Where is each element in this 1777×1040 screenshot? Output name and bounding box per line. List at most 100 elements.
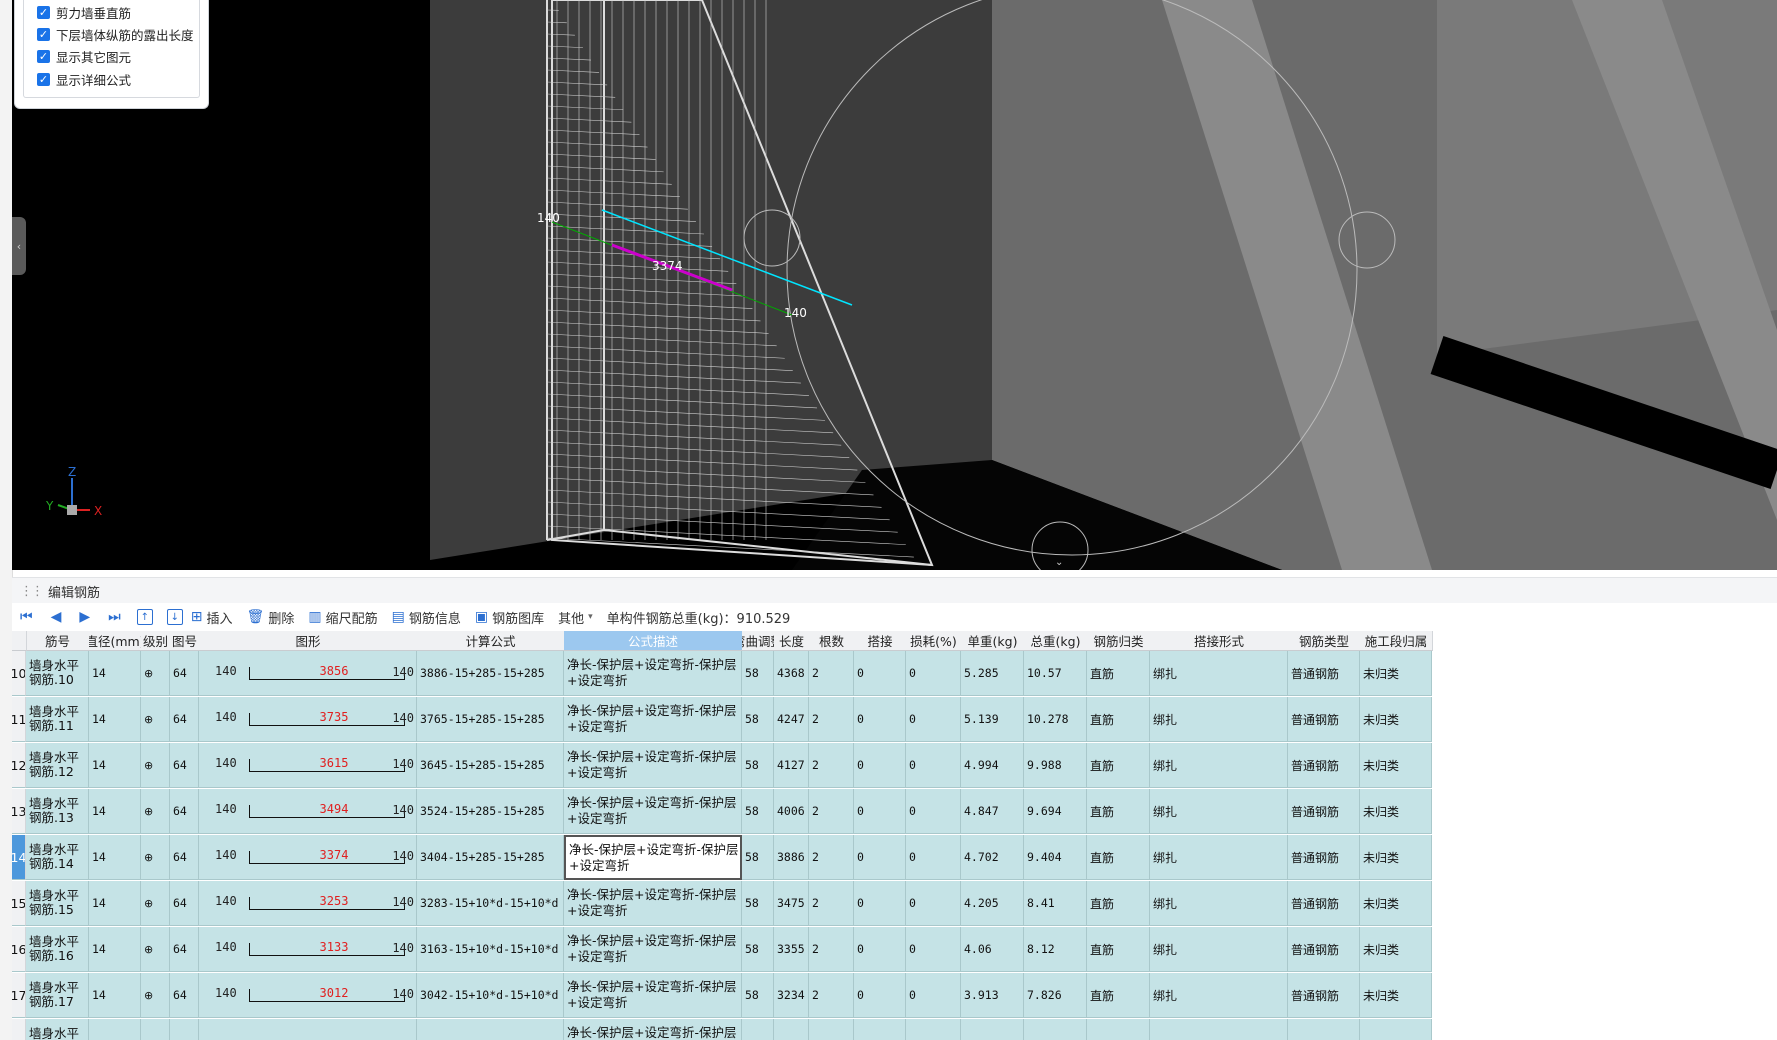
cell-fig[interactable]: 64 <box>170 927 199 972</box>
option-shear-wall-vertical[interactable]: ✓ 剪力墙垂直筋 <box>37 3 131 21</box>
cell-formula[interactable]: 3645-15+285-15+285 <box>417 743 564 788</box>
checkbox-checked-icon[interactable]: ✓ <box>37 27 50 41</box>
cell-desc[interactable]: 净长-保护层+设定弯折-保护层+设定弯折 <box>564 835 742 880</box>
column-header[interactable]: 筋号 <box>26 631 90 651</box>
cell-type[interactable]: 普通钢筋 <box>1288 789 1360 834</box>
cell-unit[interactable]: 4.06 <box>961 927 1024 972</box>
cell-type[interactable]: 普通钢筋 <box>1288 651 1360 696</box>
cell-lapform[interactable]: 绑扎 <box>1150 789 1288 834</box>
cell-lap[interactable]: 0 <box>854 927 906 972</box>
rebar-shape-cell[interactable]: 140 3856 140 <box>199 651 417 696</box>
rebar-info-button[interactable]: ▤ 钢筋信息 <box>392 608 461 627</box>
cell-loss[interactable]: 0 <box>906 881 961 926</box>
row-number[interactable]: 15 <box>12 881 26 926</box>
cell-unit[interactable]: 4.994 <box>961 743 1024 788</box>
cell-unit[interactable]: 4.702 <box>961 835 1024 880</box>
cell-loss[interactable]: 0 <box>906 973 961 1018</box>
cell-stage[interactable]: 未归类 <box>1360 835 1432 880</box>
cell-type[interactable]: 普通钢筋 <box>1288 743 1360 788</box>
column-header[interactable]: 图形 <box>199 631 418 651</box>
cell-formula[interactable]: 3283-15+10*d-15+10*d <box>417 881 564 926</box>
column-header[interactable]: 总重(kg) <box>1024 631 1088 651</box>
cell-bend[interactable]: 58 <box>742 881 774 926</box>
cell-total[interactable] <box>1024 1019 1087 1040</box>
cell-unit[interactable]: 5.139 <box>961 697 1024 742</box>
cell-len[interactable]: 4247 <box>774 697 809 742</box>
cell-stage[interactable]: 未归类 <box>1360 789 1432 834</box>
cell-count[interactable]: 2 <box>809 743 854 788</box>
column-header[interactable]: 钢筋归类 <box>1087 631 1151 651</box>
cell-total[interactable]: 9.694 <box>1024 789 1087 834</box>
cell-cat[interactable]: 直筋 <box>1087 927 1150 972</box>
cell-count[interactable] <box>809 1019 854 1040</box>
move-up-icon[interactable]: ↑ <box>136 609 153 625</box>
cell-cat[interactable]: 直筋 <box>1087 743 1150 788</box>
cell-stage[interactable]: 未归类 <box>1360 697 1432 742</box>
cell-bend[interactable]: 58 <box>742 697 774 742</box>
row-number[interactable]: 10 <box>12 651 26 696</box>
rebar-shape-cell[interactable]: 140 3735 140 <box>199 697 417 742</box>
cell-dia[interactable]: 14 <box>89 789 141 834</box>
cell-stage[interactable] <box>1360 1019 1432 1040</box>
prev-record-icon[interactable]: ◀ <box>51 609 62 625</box>
cell-bend[interactable]: 58 <box>742 973 774 1018</box>
collapse-chevron-icon[interactable]: ⌄ <box>1055 557 1063 568</box>
row-number[interactable]: 12 <box>12 743 26 788</box>
cell-fig[interactable]: 64 <box>170 789 199 834</box>
cell-name[interactable]: 墙身水平钢筋.16 <box>26 927 89 972</box>
cell-desc[interactable]: 净长-保护层+设定弯折-保护层+设定弯折 <box>564 927 742 972</box>
rebar-shape-cell[interactable]: 140 3615 140 <box>199 743 417 788</box>
left-panel-toggle[interactable]: ‹ <box>12 217 26 275</box>
column-header[interactable]: 直径(mm) <box>89 631 142 651</box>
cell-count[interactable]: 2 <box>809 835 854 880</box>
drag-grip-icon[interactable]: ⋮⋮ <box>20 584 44 599</box>
checkbox-checked-icon[interactable]: ✓ <box>37 72 50 86</box>
cell-cat[interactable]: 直筋 <box>1087 973 1150 1018</box>
cell-dia[interactable]: 14 <box>89 973 141 1018</box>
cell-dia[interactable]: 14 <box>89 927 141 972</box>
cell-loss[interactable]: 0 <box>906 743 961 788</box>
column-header[interactable]: 根数 <box>809 631 855 651</box>
cell-total[interactable]: 8.12 <box>1024 927 1087 972</box>
cell-grade[interactable]: ⊕ <box>141 697 170 742</box>
cell-name[interactable]: 墙身水平钢筋.15 <box>26 881 89 926</box>
cell-grade[interactable]: ⊕ <box>141 881 170 926</box>
option-show-detail-formula[interactable]: ✓ 显示详细公式 <box>37 70 131 88</box>
column-header[interactable]: 弯曲调整 <box>742 631 775 651</box>
cell-bend[interactable]: 58 <box>742 743 774 788</box>
cell-fig[interactable]: 64 <box>170 973 199 1018</box>
cell-stage[interactable]: 未归类 <box>1360 927 1432 972</box>
cell-cat[interactable]: 直筋 <box>1087 835 1150 880</box>
cell-cat[interactable]: 直筋 <box>1087 697 1150 742</box>
column-header[interactable]: 钢筋类型 <box>1288 631 1361 651</box>
cell-stage[interactable]: 未归类 <box>1360 743 1432 788</box>
cell-loss[interactable]: 0 <box>906 927 961 972</box>
cell-stage[interactable]: 未归类 <box>1360 881 1432 926</box>
row-number[interactable]: 17 <box>12 973 26 1018</box>
cell-name[interactable]: 墙身水平钢筋.10 <box>26 651 89 696</box>
cell-lap[interactable]: 0 <box>854 651 906 696</box>
cell-fig[interactable]: 64 <box>170 697 199 742</box>
cell-bend[interactable]: 58 <box>742 789 774 834</box>
cell-len[interactable]: 4368 <box>774 651 809 696</box>
cell-lapform[interactable] <box>1150 1019 1288 1040</box>
column-header[interactable]: 搭接形式 <box>1150 631 1289 651</box>
cell-len[interactable]: 3886 <box>774 835 809 880</box>
column-header[interactable]: 计算公式 <box>417 631 565 651</box>
cell-name[interactable]: 墙身水平钢筋.17 <box>26 973 89 1018</box>
cell-total[interactable]: 10.57 <box>1024 651 1087 696</box>
cell-cat[interactable] <box>1087 1019 1150 1040</box>
cell-dia[interactable]: 14 <box>89 835 141 880</box>
cell-name[interactable]: 墙身水平钢筋.12 <box>26 743 89 788</box>
rebar-shape-cell[interactable]: 140 3133 140 <box>199 927 417 972</box>
cell-dia[interactable] <box>89 1019 141 1040</box>
cell-unit[interactable]: 4.205 <box>961 881 1024 926</box>
row-number[interactable]: 14 <box>12 835 26 880</box>
cell-cat[interactable]: 直筋 <box>1087 789 1150 834</box>
column-header[interactable]: 级别 <box>141 631 171 651</box>
cell-lapform[interactable]: 绑扎 <box>1150 973 1288 1018</box>
cell-lap[interactable]: 0 <box>854 835 906 880</box>
cell-total[interactable]: 9.988 <box>1024 743 1087 788</box>
scale-rebar-button[interactable]: ▥ 缩尺配筋 <box>308 608 377 627</box>
last-record-icon[interactable]: ⏭ <box>108 609 121 625</box>
